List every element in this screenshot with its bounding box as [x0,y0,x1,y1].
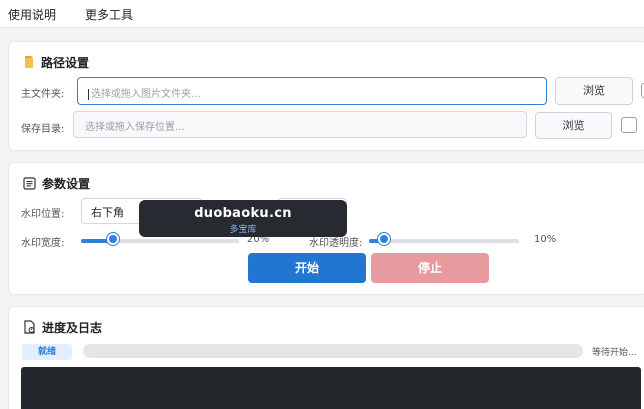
save-dir-label: 保存目录: [21,124,65,135]
log-icon [23,320,36,337]
stop-button[interactable]: 停止 [371,253,489,283]
menu-more-tools[interactable]: 更多工具 [85,6,133,23]
width-slider-thumb[interactable] [106,233,119,245]
text-cursor [88,88,89,100]
save-dir-input[interactable]: 选择或拖入保存位置... [73,111,527,138]
menu-bar: 使用说明 更多工具 [0,0,644,28]
save-dir-checkbox[interactable] [621,117,637,133]
progress-log-title: 进度及日志 [42,321,103,335]
width-label: 水印宽度: [21,238,65,249]
log-output[interactable] [21,367,641,409]
main-folder-input[interactable]: 选择或拖入图片文件夹... [77,77,547,105]
width-slider[interactable] [81,239,239,243]
opacity-slider[interactable] [369,239,519,243]
watermark-site-name: 多宝库 [229,225,257,235]
path-settings-header: 路径设置 [23,54,89,72]
start-button[interactable]: 开始 [248,253,366,283]
menu-instructions[interactable]: 使用说明 [8,6,56,23]
document-icon [23,176,36,193]
status-badge: 就绪 [22,344,72,360]
save-dir-browse-button[interactable]: 浏览 [535,112,612,139]
save-dir-placeholder: 选择或拖入保存位置... [85,122,185,133]
progress-log-panel: 进度及日志 就绪 等待开始... [8,306,644,409]
watermark-domain: duobaoku.cn [194,206,292,221]
position-select-value: 右下角 [91,206,124,219]
path-settings-title: 路径设置 [41,56,90,70]
position-label: 水印位置: [21,209,65,220]
progress-status-text: 等待开始... [592,348,637,358]
param-settings-header: 参数设置 [23,175,90,193]
main-folder-placeholder: 选择或拖入图片文件夹... [91,89,201,100]
folder-icon [23,55,35,72]
param-settings-title: 参数设置 [42,177,91,191]
main-folder-browse-button[interactable]: 浏览 [555,77,633,105]
opacity-value: 10% [534,234,557,245]
main-folder-label: 主文件夹: [21,89,65,100]
path-settings-panel: 路径设置 主文件夹: 选择或拖入图片文件夹... 浏览 保存目录: 选择或拖入保… [8,41,644,151]
opacity-slider-thumb[interactable] [378,233,390,245]
watermark-overlay: duobaoku.cn 多宝库 [139,200,347,237]
progress-log-header: 进度及日志 [23,319,102,337]
progress-bar [83,344,583,358]
